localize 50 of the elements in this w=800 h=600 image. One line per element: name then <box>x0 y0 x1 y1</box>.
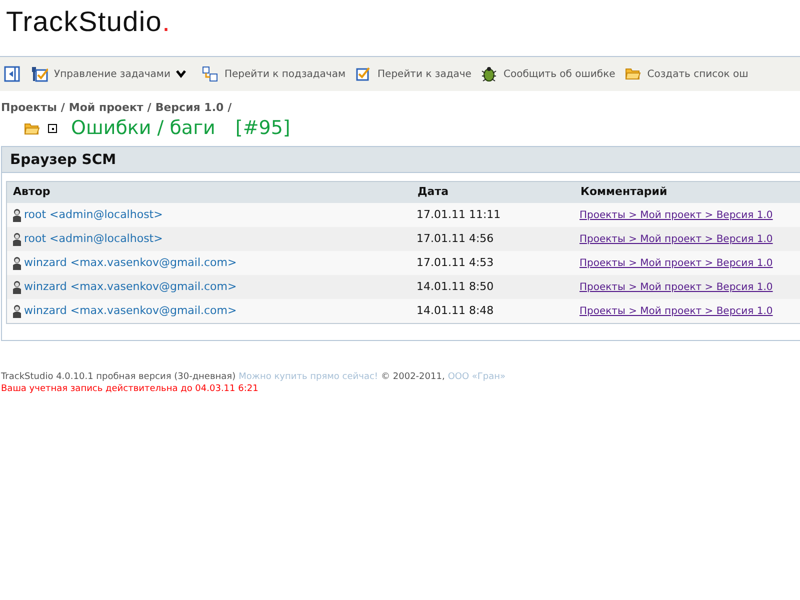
collapse-icon[interactable] <box>4 66 20 82</box>
breadcrumb-link[interactable]: Версия 1.0 <box>155 100 224 116</box>
menu-button[interactable]: Управление задачами <box>30 66 186 82</box>
comment-link[interactable]: Проекты > Мой проект > Версия 1.0 <box>580 282 773 293</box>
breadcrumb-link[interactable]: Проекты <box>1 100 57 116</box>
breadcrumb-separator: / <box>228 100 232 116</box>
logo: TrackStudio. <box>6 5 171 39</box>
toolbar-link[interactable]: Сообщить об ошибке <box>481 66 616 82</box>
checkbox-icon <box>356 66 372 82</box>
folder-icon <box>625 66 642 82</box>
expand-toggle[interactable] <box>48 124 57 133</box>
folder-icon <box>24 120 40 136</box>
date-cell: 14.01.11 8:50 <box>412 275 574 299</box>
tools-icon <box>30 66 48 82</box>
task-number: [#95] <box>235 116 290 142</box>
caret-icon <box>176 70 186 78</box>
date-cell: 17.01.11 4:53 <box>412 251 574 275</box>
author-link[interactable]: root <admin@localhost> <box>24 206 163 224</box>
author-link[interactable]: root <admin@localhost> <box>24 230 163 248</box>
comment-link[interactable]: Проекты > Мой проект > Версия 1.0 <box>580 210 773 221</box>
account-warning: Ваша учетная запись действительна до 04.03.11 6:21 <box>1 382 260 394</box>
task-title: Ошибки / баги <box>71 116 216 142</box>
user-icon <box>12 232 22 246</box>
footer-text: © 2002-2011, <box>381 370 445 382</box>
column-header: Комментарий <box>574 181 800 203</box>
column-header: Дата <box>412 181 574 203</box>
author-link[interactable]: winzard <max.vasenkov@gmail.com> <box>24 254 237 272</box>
toolbar-link[interactable]: Перейти к задаче <box>356 66 472 82</box>
author-link[interactable]: winzard <max.vasenkov@gmail.com> <box>24 302 237 319</box>
date-cell: 17.01.11 4:56 <box>412 227 574 251</box>
user-icon <box>12 256 22 270</box>
user-icon <box>12 280 22 294</box>
date-cell: 17.01.11 11:11 <box>412 203 574 227</box>
author-link[interactable]: winzard <max.vasenkov@gmail.com> <box>24 278 237 296</box>
toolbar-link[interactable]: Создать список ош <box>625 66 748 82</box>
breadcrumb-separator: / <box>60 100 65 116</box>
toolbar-link[interactable]: Перейти к подзадачам <box>202 66 346 82</box>
comment-link[interactable]: Проекты > Мой проект > Версия 1.0 <box>580 234 773 245</box>
comment-link[interactable]: Проекты > Мой проект > Версия 1.0 <box>580 258 773 269</box>
bug-icon <box>481 66 498 82</box>
footer-text: TrackStudio 4.0.10.1 пробная версия (30-дневная) <box>1 370 236 382</box>
column-header: Автор <box>6 181 412 203</box>
date-cell: 14.01.11 8:48 <box>412 299 574 323</box>
breadcrumb-link[interactable]: Мой проект <box>68 100 144 116</box>
panel-title: Браузер SCM <box>2 146 800 172</box>
comment-link[interactable]: Проекты > Мой проект > Версия 1.0 <box>580 306 773 316</box>
user-icon <box>12 304 22 318</box>
user-icon <box>12 208 22 222</box>
breadcrumb-separator: / <box>147 100 152 116</box>
subtasks-icon <box>202 66 218 82</box>
